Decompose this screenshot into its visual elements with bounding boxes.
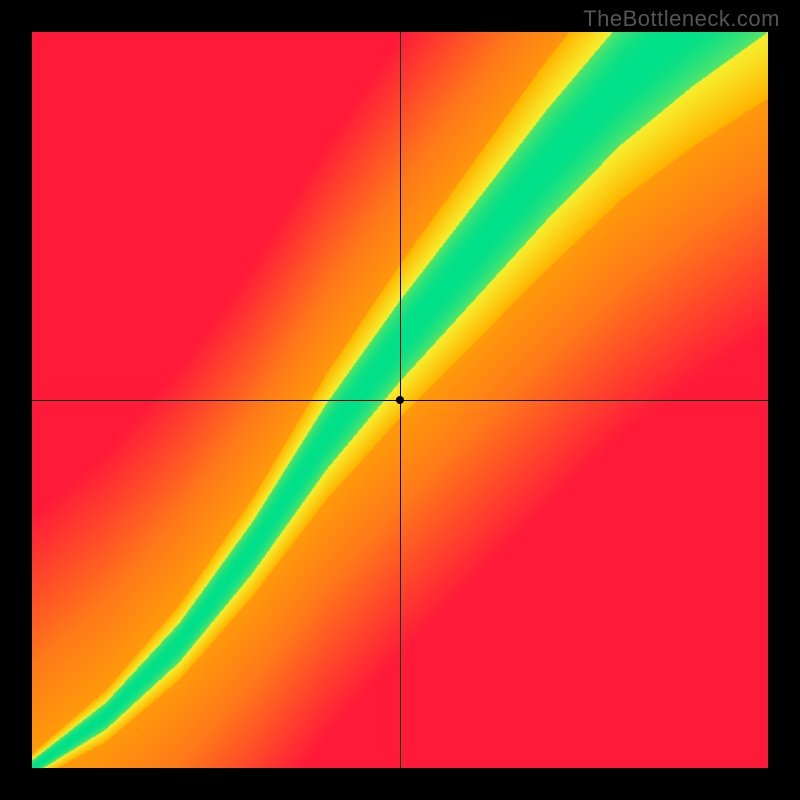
chart-frame: TheBottleneck.com [0, 0, 800, 800]
crosshair-marker-dot [396, 396, 404, 404]
heatmap-plot [32, 32, 768, 768]
watermark-text: TheBottleneck.com [583, 6, 780, 32]
